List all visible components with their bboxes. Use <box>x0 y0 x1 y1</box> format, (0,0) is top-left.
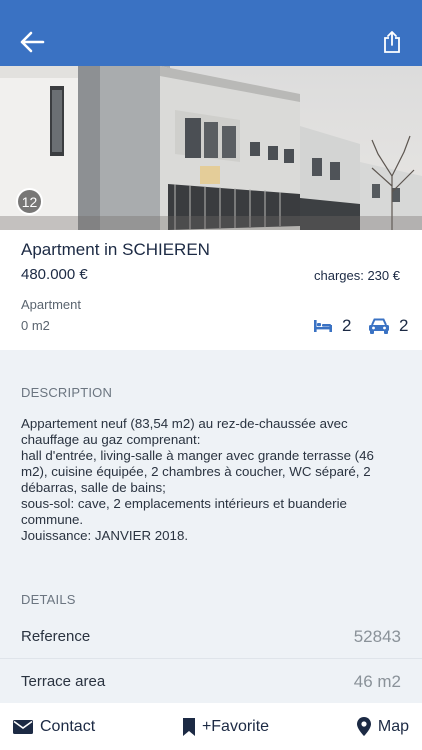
parking-value: 2 <box>399 316 409 335</box>
property-type: Apartment <box>21 297 81 312</box>
bottom-action-bar: Contact +Favorite Map <box>0 703 422 750</box>
contact-button[interactable]: Contact <box>13 718 95 736</box>
description-text: Appartement neuf (83,54 m2) au rez-de-ch… <box>21 416 374 543</box>
listing-charges: charges: 230 € <box>313 268 400 283</box>
parking-count: 2 <box>368 316 408 336</box>
property-photo[interactable] <box>0 66 422 230</box>
share-icon <box>384 31 400 53</box>
car-icon <box>369 318 389 334</box>
property-area: 0 m2 <box>21 318 50 333</box>
contact-label: Contact <box>40 717 96 735</box>
listing-price: 480.000 € <box>21 266 88 283</box>
bookmark-icon <box>182 717 195 736</box>
detail-value: 46 m2 <box>353 671 401 691</box>
building-photo <box>0 66 422 230</box>
details-heading: DETAILS <box>21 592 76 607</box>
location-pin-icon <box>356 717 371 736</box>
favorite-label: +Favorite <box>201 717 270 735</box>
photo-count-badge[interactable]: 12 <box>16 188 43 215</box>
detail-label: Terrace area <box>21 673 106 690</box>
favorite-button[interactable]: +Favorite <box>182 717 270 736</box>
description-heading: DESCRIPTION <box>21 385 113 400</box>
detail-row-reference: Reference 52843 <box>0 615 422 659</box>
listing-title: Apartment in SCHIEREN <box>21 240 210 259</box>
bed-icon <box>314 320 332 332</box>
share-button[interactable] <box>374 24 410 60</box>
detail-row-terrace-area: Terrace area 46 m2 <box>0 660 422 704</box>
arrow-left-icon <box>20 31 45 53</box>
bedroom-value: 2 <box>342 316 352 335</box>
detail-label: Reference <box>21 628 91 645</box>
envelope-icon <box>13 719 33 734</box>
detail-value: 52843 <box>353 626 401 646</box>
back-button[interactable] <box>14 24 50 60</box>
top-bar <box>0 0 422 66</box>
bedroom-count: 2 <box>313 316 351 336</box>
map-label: Map <box>377 717 409 735</box>
map-button[interactable]: Map <box>356 717 409 736</box>
